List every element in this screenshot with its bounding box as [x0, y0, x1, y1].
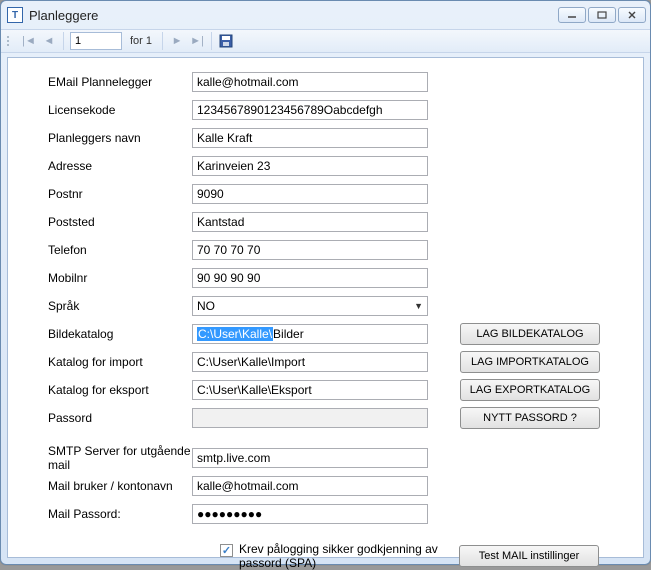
bildekatalog-rest: Bilder [273, 327, 304, 341]
passord-field [192, 408, 428, 428]
email-field[interactable] [192, 72, 428, 92]
name-field[interactable] [192, 128, 428, 148]
titlebar: T Planleggere [1, 1, 650, 29]
label-telefon: Telefon [20, 243, 192, 257]
nav-first-button[interactable]: |◄ [21, 33, 37, 49]
label-poststed: Poststed [20, 215, 192, 229]
grip-icon [7, 36, 13, 46]
maximize-button[interactable] [588, 7, 616, 23]
app-icon: T [7, 7, 23, 23]
label-eksport: Katalog for eksport [20, 383, 192, 397]
nav-last-button[interactable]: ►| [189, 33, 205, 49]
lag-bildekatalog-button[interactable]: LAG BILDEKATALOG [460, 323, 600, 345]
test-mail-button[interactable]: Test MAIL instillinger [459, 545, 599, 567]
import-field[interactable] [192, 352, 428, 372]
page-total: for 1 [126, 35, 156, 47]
postnr-field[interactable] [192, 184, 428, 204]
separator [211, 32, 212, 50]
label-smtp: SMTP Server for utgående mail [20, 444, 192, 472]
content-panel: EMail Plannelegger Licensekode Planlegge… [7, 57, 644, 558]
separator [162, 32, 163, 50]
separator [63, 32, 64, 50]
label-import: Katalog for import [20, 355, 192, 369]
minimize-button[interactable] [558, 7, 586, 23]
close-button[interactable] [618, 7, 646, 23]
mailuser-field[interactable] [192, 476, 428, 496]
spa-label: Krev pålogging sikker godkjenning av pas… [239, 542, 439, 570]
window-controls [558, 7, 646, 23]
lag-import-button[interactable]: LAG IMPORTKATALOG [460, 351, 600, 373]
label-postnr: Postnr [20, 187, 192, 201]
nytt-passord-button[interactable]: NYTT PASSORD ? [460, 407, 600, 429]
chevron-down-icon: ▼ [414, 301, 423, 311]
bildekatalog-selection: C:\User\Kalle\ [197, 327, 273, 341]
eksport-field[interactable] [192, 380, 428, 400]
label-address: Adresse [20, 159, 192, 173]
label-name: Planleggers navn [20, 131, 192, 145]
smtp-field[interactable] [192, 448, 428, 468]
poststed-field[interactable] [192, 212, 428, 232]
save-button[interactable] [218, 33, 234, 49]
label-mobilnr: Mobilnr [20, 271, 192, 285]
sprak-select[interactable]: NO ▼ [192, 296, 428, 316]
mobilnr-field[interactable] [192, 268, 428, 288]
toolbar: |◄ ◄ 1 for 1 ► ►| [1, 29, 650, 53]
lag-export-button[interactable]: LAG EXPORTKATALOG [460, 379, 600, 401]
spa-checkbox[interactable]: ✓ [220, 544, 233, 557]
label-passord: Passord [20, 411, 192, 425]
license-field[interactable] [192, 100, 428, 120]
label-sprak: Språk [20, 299, 192, 313]
telefon-field[interactable] [192, 240, 428, 260]
label-mailuser: Mail bruker / kontonavn [20, 479, 192, 493]
window-title: Planleggere [29, 8, 558, 23]
label-license: Licensekode [20, 103, 192, 117]
page-input[interactable]: 1 [70, 32, 122, 50]
label-bildekatalog: Bildekatalog [20, 327, 192, 341]
window: T Planleggere |◄ ◄ 1 for 1 ► ►| [0, 0, 651, 565]
sprak-value: NO [197, 299, 215, 313]
label-email: EMail Plannelegger [20, 75, 192, 89]
label-mailpass: Mail Passord: [20, 507, 192, 521]
mailpass-field[interactable] [192, 504, 428, 524]
nav-prev-button[interactable]: ◄ [41, 33, 57, 49]
nav-next-button[interactable]: ► [169, 33, 185, 49]
address-field[interactable] [192, 156, 428, 176]
bildekatalog-field[interactable]: C:\User\Kalle\Bilder [192, 324, 428, 344]
